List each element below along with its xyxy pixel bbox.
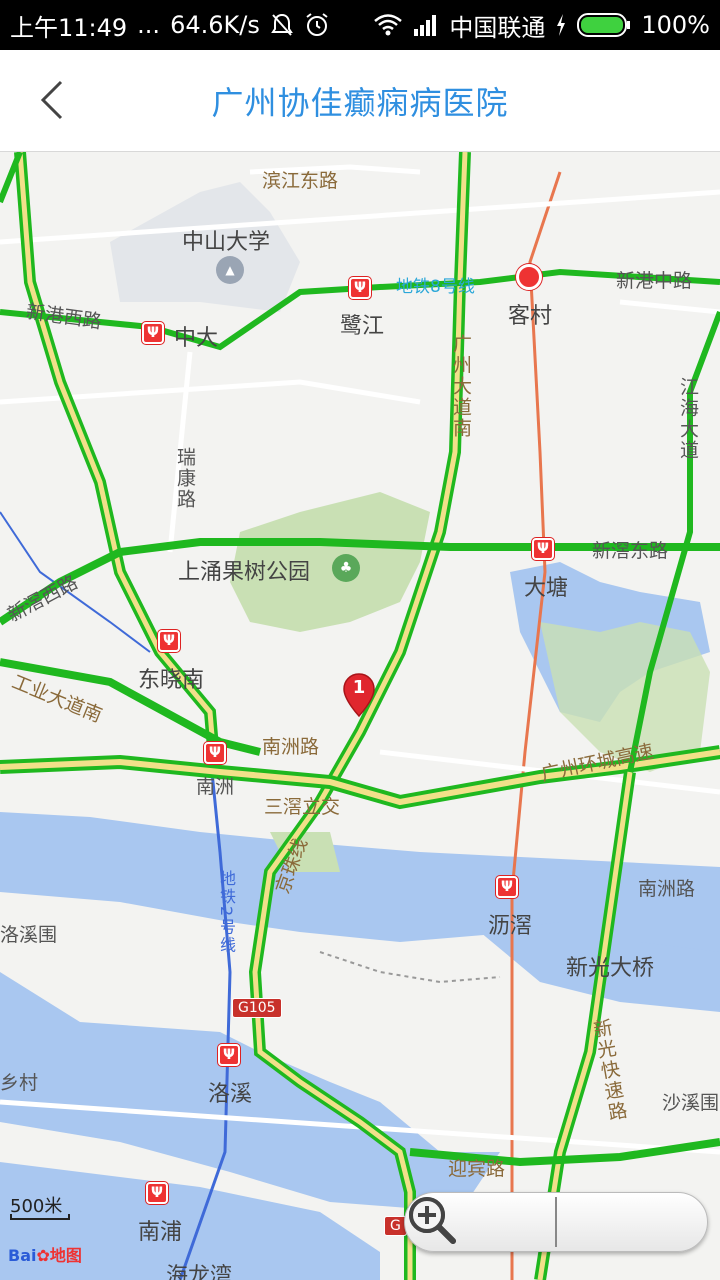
metro-station-icon: Ψ [142, 322, 164, 344]
road-label: 迎宾路 [448, 1158, 506, 1180]
place-label: 中山大学 [182, 230, 271, 255]
location-marker[interactable]: 1 [342, 672, 376, 718]
road-label: 南洲路 [262, 736, 320, 758]
station-label: 南浦 [138, 1220, 183, 1245]
station-label: 鹭江 [340, 314, 385, 339]
chevron-left-icon [40, 80, 63, 120]
mute-icon [270, 12, 294, 38]
metro-station-icon: Ψ [146, 1182, 168, 1204]
road-label: 广州大道南 [450, 334, 472, 439]
baidu-map-logo: Bai✿地图 [8, 1242, 82, 1266]
road-label: 新港中路 [616, 270, 693, 292]
paw-icon: ✿ [36, 1246, 50, 1265]
place-label: 乡村 [0, 1072, 39, 1094]
road-label: 南洲路 [638, 878, 696, 900]
highway-badge: G105 [232, 998, 282, 1018]
road-label: 江海大道 [677, 377, 699, 461]
zoom-in-button[interactable] [409, 1193, 707, 1251]
metro-station-icon: Ψ [158, 630, 180, 652]
status-carrier: 中国联通 [449, 13, 546, 42]
scale-bar [10, 1214, 70, 1220]
metro-station-icon: Ψ [349, 277, 371, 299]
station-label: 客村 [508, 304, 553, 329]
metro-line-label: 地铁8号线 [396, 277, 475, 297]
zoom-in-icon [409, 1197, 456, 1244]
station-label: 中大 [174, 326, 219, 351]
road-label: 瑞康路 [174, 447, 196, 510]
page-title: 广州协佳癫痫病医院 [211, 83, 509, 122]
road-label: 滨江东路 [262, 170, 339, 192]
logo-text: Bai [8, 1246, 37, 1265]
station-label: 沥滘 [488, 914, 533, 939]
metro-line-label: 地铁2号线 [217, 870, 236, 955]
status-dots: ... [137, 11, 161, 39]
alarm-icon [304, 12, 330, 38]
status-speed: 64.6K/s [170, 11, 260, 39]
place-label: 海龙湾 [166, 1264, 233, 1280]
charging-icon [555, 13, 567, 37]
metro-station-icon: Ψ [204, 742, 226, 764]
place-label: 沙溪围 [662, 1092, 720, 1114]
logo-suffix: 地图 [49, 1246, 82, 1265]
zoom-controls [404, 1192, 708, 1252]
status-battery: 100% [641, 11, 710, 39]
signal-icon [413, 13, 439, 37]
status-time: 上午11:49 [10, 13, 128, 42]
back-button[interactable] [22, 70, 82, 130]
metro-station-icon: Ψ [218, 1044, 240, 1066]
place-label: 洛溪围 [0, 924, 58, 946]
marker-number: 1 [352, 677, 366, 698]
park-icon: ♣ [332, 554, 360, 582]
battery-icon [577, 12, 631, 38]
map-view[interactable]: 滨江东路 中山大学 ▲ 新港西路 Ψ 中大 Ψ 鹭江 地铁8号线 客村 新港中路… [0, 152, 720, 1280]
interchange-station-icon [516, 264, 542, 290]
metro-station-icon: Ψ [532, 538, 554, 560]
status-bar: 上午11:49 ... 64.6K/s 中国联通 100% [0, 0, 720, 50]
road-label: 新滘东路 [592, 540, 669, 562]
station-label: 洛溪 [208, 1082, 253, 1107]
header-bar: 广州协佳癫痫病医院 [0, 50, 720, 152]
road-label: 三滘立交 [264, 796, 341, 818]
station-label: 南洲 [196, 776, 235, 798]
station-label: 大塘 [524, 576, 569, 601]
bridge-label: 新光大桥 [566, 956, 655, 981]
university-icon: ▲ [216, 256, 244, 284]
park-label: 上涌果树公园 [178, 560, 311, 585]
station-label: 东晓南 [138, 668, 205, 693]
metro-station-icon: Ψ [496, 876, 518, 898]
wifi-icon [373, 13, 403, 37]
